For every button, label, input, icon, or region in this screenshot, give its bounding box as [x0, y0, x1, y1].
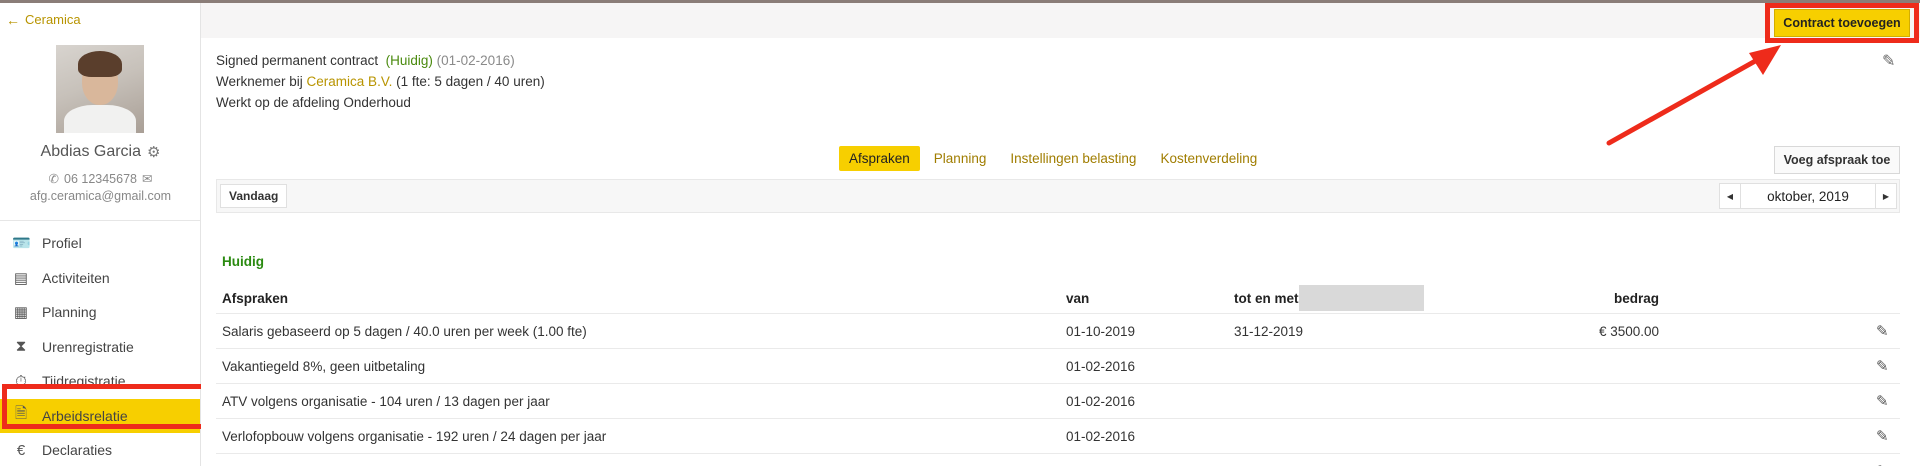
sidebar-nav: 🪪 Profiel ▤ Activiteiten ▦ Planning ⧗ Ur…	[0, 226, 200, 466]
chevron-left-icon[interactable]: ◀	[1719, 183, 1741, 209]
contract-summary: Signed permanent contract (Huidig) (01-0…	[216, 50, 545, 113]
section-title: Huidig	[222, 254, 264, 269]
top-toolbar: Contract toevoegen	[201, 3, 1920, 38]
contract-icon: 🗎	[14, 405, 28, 423]
user-email[interactable]: afg.ceramica@gmail.com	[0, 189, 201, 203]
cell-bedrag	[1476, 384, 1659, 418]
sidebar-item-label: Planning	[42, 304, 97, 321]
header-bedrag: bedrag	[1613, 290, 1659, 306]
user-phone-row: ✆ 06 12345678 ✉	[0, 171, 201, 187]
tab-bar: Afspraken Planning Instellingen belastin…	[839, 146, 1271, 171]
arrow-left-icon: ←	[6, 11, 20, 28]
user-name-row: Abdias Garcia ⚙	[0, 143, 201, 161]
edit-pencil-icon[interactable]: ✎	[1876, 454, 1889, 466]
sidebar-item-label: Profiel	[42, 235, 82, 252]
cell-van: 01-02-2016	[1066, 428, 1136, 444]
annotation-arrow	[1606, 45, 1781, 146]
main-content: Contract toevoegen Signed permanent cont…	[201, 3, 1920, 466]
employer-link[interactable]: Ceramica B.V.	[307, 74, 393, 89]
id-card-icon: 🪪	[12, 235, 31, 253]
employee-prefix: Werknemer bij	[216, 74, 303, 89]
sidebar-item-arbeidsrelatie[interactable]: 🗎 Arbeidsrelatie	[0, 398, 200, 433]
month-label: oktober, 2019	[1741, 183, 1875, 209]
cell-bedrag: € 3500.00	[1598, 323, 1659, 339]
header-van: van	[1066, 290, 1090, 306]
sidebar-item-profiel[interactable]: 🪪 Profiel	[0, 226, 200, 261]
contract-date: (01-02-2016)	[436, 53, 515, 68]
cell-desc: Bedrijfsmiddel Volkswagen Golf [A-123-BC…	[222, 454, 632, 466]
header-afspraken: Afspraken	[222, 290, 289, 306]
sidebar-item-planning[interactable]: ▦ Planning	[0, 295, 200, 330]
cell-tot: 31-12-2019	[1234, 323, 1304, 339]
cell-van: 01-02-2016	[1066, 358, 1136, 374]
tab-instellingen-belasting[interactable]: Instellingen belasting	[1000, 146, 1146, 171]
cell-van: 01-10-2019	[1066, 323, 1136, 339]
edit-pencil-icon[interactable]: ✎	[1876, 384, 1889, 418]
cell-bedrag	[1476, 454, 1659, 466]
redacted-block	[1298, 285, 1424, 311]
add-contract-button[interactable]: Contract toevoegen	[1774, 9, 1910, 37]
divider	[0, 220, 200, 221]
phone-icon: ✆	[48, 172, 59, 186]
tab-afspraken[interactable]: Afspraken	[839, 146, 920, 171]
edit-contract-icon[interactable]: ✎	[1882, 51, 1895, 71]
sidebar-item-tijdregistratie[interactable]: ⏱ Tijdregistratie	[0, 364, 200, 399]
hourglass-icon: ⧗	[15, 338, 27, 356]
add-agreement-button[interactable]: Voeg afspraak toe	[1774, 146, 1900, 174]
header-tot-en-met: tot en met	[1234, 283, 1424, 313]
calendar-toolbar: Vandaag ◀ oktober, 2019 ▶	[216, 179, 1900, 213]
cell-van: 01-02-2016	[1066, 393, 1136, 409]
department-line: Werkt op de afdeling Onderhoud	[216, 95, 411, 110]
today-button[interactable]: Vandaag	[220, 184, 288, 208]
gear-icon[interactable]: ⚙	[147, 143, 160, 161]
contract-title-line: Signed permanent contract (Huidig) (01-0…	[216, 50, 545, 71]
sidebar-item-label: Activiteiten	[42, 269, 110, 286]
stopwatch-icon: ⏱	[15, 372, 27, 390]
edit-pencil-icon[interactable]: ✎	[1876, 314, 1889, 348]
calendar-icon: ▦	[13, 304, 29, 322]
table-row: ATV volgens organisatie - 104 uren / 13 …	[216, 384, 1900, 419]
employee-line: Werknemer bij Ceramica B.V. (1 fte: 5 da…	[216, 71, 545, 92]
sidebar-item-label: Urenregistratie	[42, 338, 134, 355]
tab-planning[interactable]: Planning	[924, 146, 997, 171]
cell-bedrag	[1476, 349, 1659, 383]
contract-title: Signed permanent contract	[216, 53, 379, 68]
sidebar-item-urenregistratie[interactable]: ⧗ Urenregistratie	[0, 330, 200, 365]
euro-icon: €	[16, 441, 26, 459]
tab-kostenverdeling[interactable]: Kostenverdeling	[1150, 146, 1267, 171]
cell-desc: Verlofopbouw volgens organisatie - 192 u…	[222, 428, 607, 444]
table-header: Afspraken van tot en met bedrag	[216, 283, 1900, 314]
sidebar-item-label: Tijdregistratie	[42, 373, 126, 390]
user-name: Abdias Garcia	[40, 143, 142, 160]
cell-desc: ATV volgens organisatie - 104 uren / 13 …	[222, 393, 550, 409]
header-tot-label: tot en met	[1234, 290, 1299, 306]
agreements-table: Afspraken van tot en met bedrag Salaris …	[216, 283, 1900, 466]
table-row: Salaris gebaseerd op 5 dagen / 40.0 uren…	[216, 314, 1900, 349]
edit-pencil-icon[interactable]: ✎	[1876, 349, 1889, 383]
fte-text: (1 fte: 5 dagen / 40 uren)	[396, 74, 545, 89]
cell-van: 01-04-2019	[1066, 454, 1135, 466]
back-link-label: Ceramica	[25, 12, 81, 27]
chevron-right-icon[interactable]: ▶	[1875, 183, 1897, 209]
cell-desc: Vakantiegeld 8%, geen uitbetaling	[222, 358, 426, 374]
sidebar-item-label: Declaraties	[42, 442, 113, 459]
contract-status: (Huidig)	[385, 53, 433, 68]
table-row: Vakantiegeld 8%, geen uitbetaling 01-02-…	[216, 349, 1900, 384]
sidebar-item-declaraties[interactable]: € Declaraties	[0, 433, 200, 466]
sidebar-item-label: Arbeidsrelatie	[42, 407, 128, 424]
avatar	[56, 45, 144, 133]
cell-tot: 28-02-2022	[1234, 454, 1303, 466]
cell-bedrag	[1476, 419, 1659, 453]
edit-pencil-icon[interactable]: ✎	[1876, 419, 1889, 453]
table-icon: ▤	[13, 269, 29, 287]
sidebar: ← Ceramica Abdias Garcia ⚙ ✆ 06 12345678…	[0, 3, 201, 466]
table-row: Bedrijfsmiddel Volkswagen Golf [A-123-BC…	[216, 454, 1900, 466]
cell-desc: Salaris gebaseerd op 5 dagen / 40.0 uren…	[222, 323, 587, 339]
month-navigation: ◀ oktober, 2019 ▶	[1719, 183, 1897, 209]
mail-icon[interactable]: ✉	[142, 171, 152, 186]
back-link[interactable]: ← Ceramica	[6, 12, 81, 27]
user-phone: 06 12345678	[64, 171, 137, 186]
sidebar-item-activiteiten[interactable]: ▤ Activiteiten	[0, 261, 200, 296]
table-row: Verlofopbouw volgens organisatie - 192 u…	[216, 419, 1900, 454]
